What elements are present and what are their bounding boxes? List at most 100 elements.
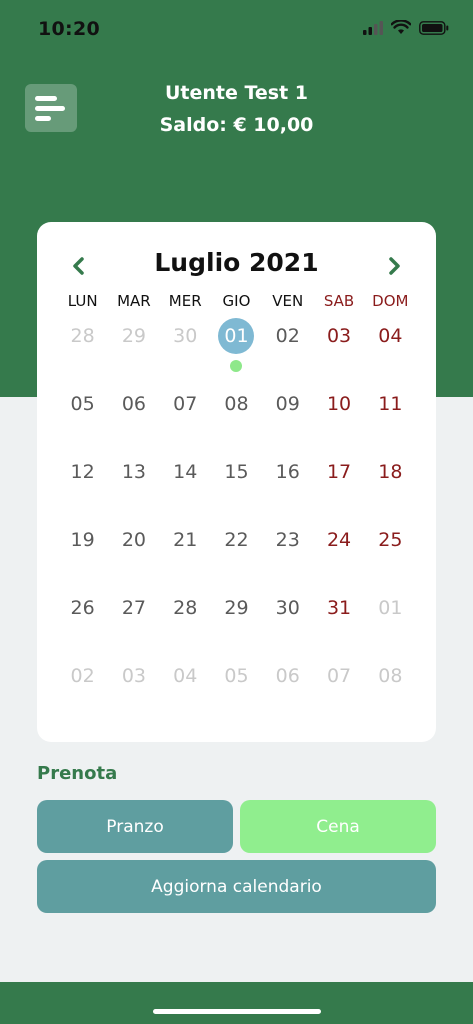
calendar-day[interactable]: 22	[211, 522, 262, 558]
calendar-day[interactable]: 13	[108, 454, 159, 490]
calendar-day[interactable]: 06	[108, 386, 159, 422]
calendar-day-number: 01	[224, 325, 249, 347]
calendar-day-number: 30	[275, 597, 300, 619]
calendar-day[interactable]: 17	[313, 454, 364, 490]
calendar-day[interactable]: 12	[57, 454, 108, 490]
wifi-icon	[391, 20, 411, 34]
calendar-day[interactable]: 14	[160, 454, 211, 490]
calendar-day-number: 08	[378, 665, 403, 687]
calendar-day-number: 24	[326, 529, 352, 551]
calendar-day[interactable]: 07	[160, 386, 211, 422]
user-balance: Saldo: € 10,00	[159, 114, 314, 136]
calendar-day[interactable]: 29	[211, 590, 262, 626]
calendar-day[interactable]: 23	[262, 522, 313, 558]
calendar-day-number: 03	[326, 325, 352, 347]
calendar-day-number: 08	[224, 393, 249, 415]
calendar-day-number: 06	[121, 393, 147, 415]
calendar-day[interactable]: 28	[57, 318, 108, 354]
calendar-day[interactable]: 05	[211, 658, 262, 694]
calendar-day-number: 19	[70, 529, 95, 551]
calendar-day[interactable]: 04	[160, 658, 211, 694]
calendar-day-number: 21	[173, 529, 198, 551]
lunch-button[interactable]: Pranzo	[37, 800, 233, 853]
home-indicator[interactable]	[153, 1009, 321, 1014]
calendar-day[interactable]: 27	[108, 590, 159, 626]
calendar-day[interactable]: 03	[313, 318, 364, 354]
calendar-day-number: 03	[121, 665, 147, 687]
calendar-day[interactable]: 31	[313, 590, 364, 626]
calendar-day[interactable]: 24	[313, 522, 364, 558]
weekday-header: LUN MAR MER GIO VEN SAB DOM	[57, 292, 416, 310]
status-bar: 10:20	[0, 0, 473, 60]
calendar-week-row: 12 13 14 15 16 17 18	[57, 454, 416, 522]
calendar-day-number: 12	[70, 461, 95, 483]
calendar-day-number: 28	[173, 597, 198, 619]
booking-indicator-dot	[230, 360, 243, 372]
calendar-day[interactable]: 18	[365, 454, 416, 490]
weekday-label: MAR	[117, 292, 151, 310]
calendar-day-number: 07	[326, 665, 352, 687]
calendar-day[interactable]: 02	[262, 318, 313, 354]
weekday-label: SAB	[323, 292, 355, 310]
update-calendar-button[interactable]: Aggiorna calendario	[37, 860, 436, 913]
chevron-right-icon[interactable]	[380, 252, 408, 280]
calendar-day[interactable]: 16	[262, 454, 313, 490]
calendar-day[interactable]: 15	[211, 454, 262, 490]
calendar-day[interactable]: 30	[262, 590, 313, 626]
calendar-day[interactable]: 10	[313, 386, 364, 422]
calendar-day[interactable]: 05	[57, 386, 108, 422]
calendar-day[interactable]: 11	[365, 386, 416, 422]
calendar: Luglio 2021 LUN MAR MER GIO VEN SAB DOM …	[37, 222, 436, 742]
calendar-day[interactable]: 08	[365, 658, 416, 694]
calendar-day[interactable]: 06	[262, 658, 313, 694]
calendar-month-title: Luglio 2021	[154, 248, 319, 277]
calendar-week-row: 26 27 28 29 30 31 01	[57, 590, 416, 658]
calendar-day[interactable]: 29	[108, 318, 159, 354]
calendar-day[interactable]: 28	[160, 590, 211, 626]
calendar-day-number: 07	[173, 393, 198, 415]
calendar-day[interactable]: 03	[108, 658, 159, 694]
dinner-button[interactable]: Cena	[240, 800, 436, 853]
calendar-day-number: 06	[275, 665, 300, 687]
status-time: 10:20	[38, 18, 100, 40]
calendar-day[interactable]: 09	[262, 386, 313, 422]
battery-icon	[419, 20, 449, 35]
calendar-day-number: 13	[121, 461, 147, 483]
calendar-day-number: 29	[121, 325, 147, 347]
calendar-week-row: 02 03 04 05 06 07 08	[57, 658, 416, 726]
weekday-label: DOM	[372, 292, 409, 310]
calendar-week-row: 28 29 30 01 02 03 04	[57, 318, 416, 386]
calendar-day-number: 05	[70, 393, 95, 415]
calendar-day-number: 02	[275, 325, 300, 347]
calendar-day[interactable]: 07	[313, 658, 364, 694]
calendar-day-number: 30	[173, 325, 198, 347]
calendar-day[interactable]: 26	[57, 590, 108, 626]
calendar-day-number: 17	[326, 461, 352, 483]
calendar-header: Luglio 2021	[37, 246, 436, 282]
calendar-day[interactable]: 20	[108, 522, 159, 558]
weekday-label: LUN	[67, 292, 98, 310]
calendar-day[interactable]: 02	[57, 658, 108, 694]
calendar-day[interactable]: 04	[365, 318, 416, 354]
calendar-day[interactable]: 21	[160, 522, 211, 558]
calendar-day[interactable]: 19	[57, 522, 108, 558]
calendar-day-number: 18	[378, 461, 403, 483]
status-icons	[363, 20, 449, 35]
calendar-day-number: 16	[275, 461, 300, 483]
bottom-bar	[0, 982, 473, 1024]
calendar-day-number: 05	[224, 665, 249, 687]
weekday-label: VEN	[272, 292, 304, 310]
calendar-day-number: 11	[378, 393, 403, 415]
calendar-day-selected[interactable]: 01	[211, 318, 262, 372]
weekday-label: GIO	[222, 292, 251, 310]
calendar-day[interactable]: 01	[365, 590, 416, 626]
calendar-day-number: 02	[70, 665, 95, 687]
calendar-day-number: 04	[173, 665, 198, 687]
weekday-label: MER	[168, 292, 202, 310]
user-name: Utente Test 1	[164, 82, 309, 104]
calendar-day[interactable]: 30	[160, 318, 211, 354]
calendar-day-number: 31	[326, 597, 352, 619]
calendar-day[interactable]: 25	[365, 522, 416, 558]
booking-section-label: Prenota	[37, 763, 118, 784]
calendar-day[interactable]: 08	[211, 386, 262, 422]
